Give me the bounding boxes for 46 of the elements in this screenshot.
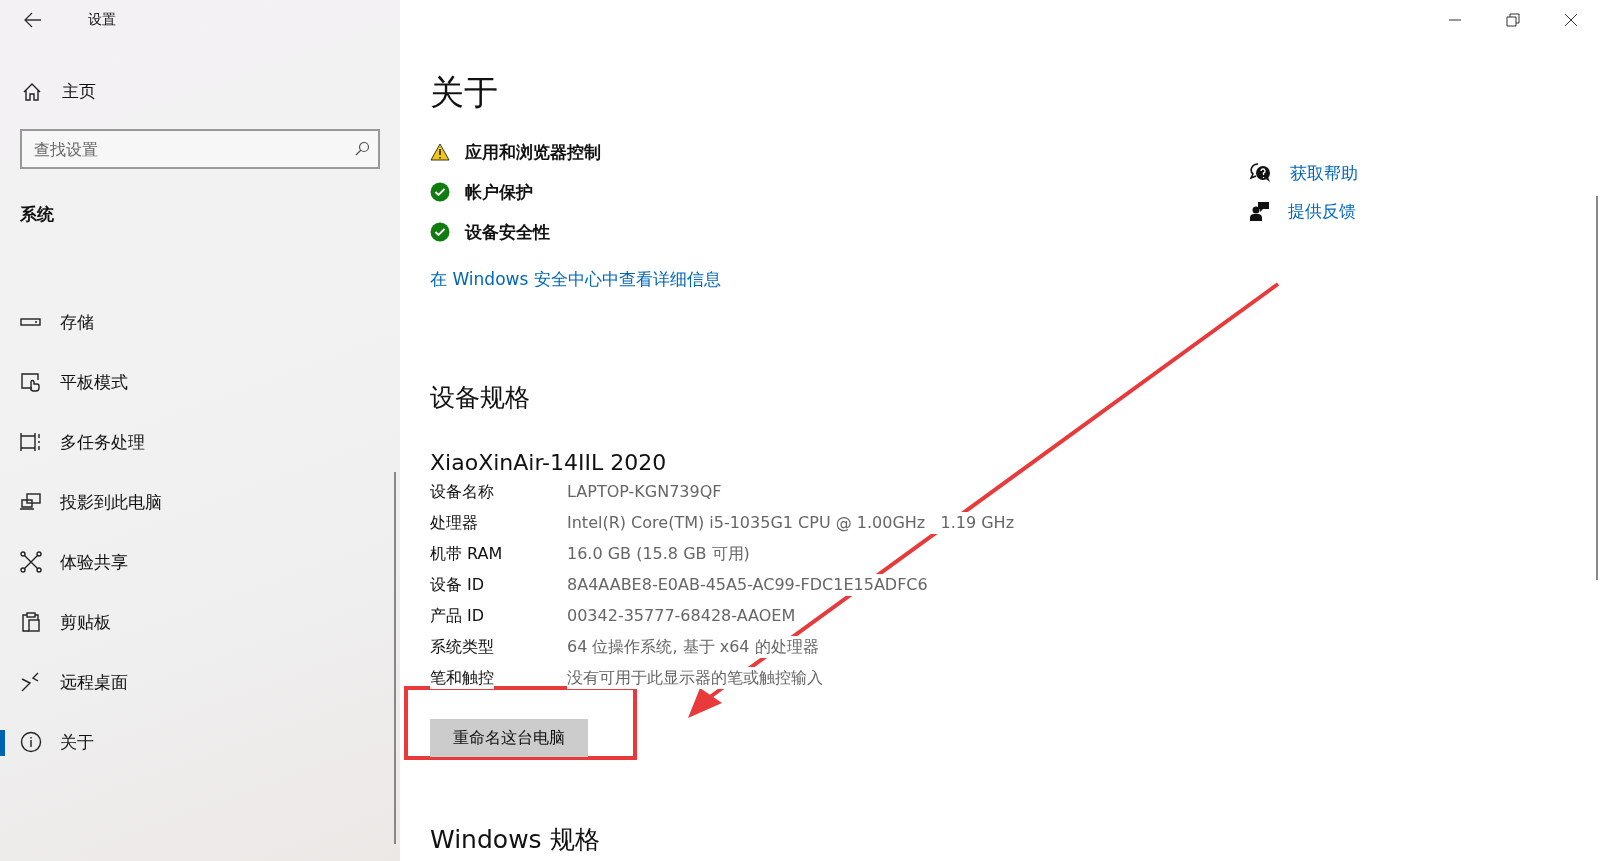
security-link[interactable]: 在 Windows 安全中心中查看详细信息 xyxy=(430,268,1250,291)
sidebar-item[interactable]: 体验共享 xyxy=(0,532,400,592)
spec-value: 64 位操作系统, 基于 x64 的处理器 xyxy=(567,636,819,658)
sidebar-item[interactable]: 关于 xyxy=(0,712,400,772)
home-link[interactable]: 主页 xyxy=(20,80,400,103)
sidebar-item[interactable]: 剪贴板 xyxy=(0,592,400,652)
home-icon xyxy=(22,81,42,102)
clipboard-icon xyxy=(20,611,42,633)
info-icon xyxy=(20,731,42,753)
section-heading: Windows 规格 xyxy=(430,824,601,856)
page-title: 关于 xyxy=(430,71,499,114)
help-link[interactable]: 提供反馈 xyxy=(1288,199,1356,223)
check-icon xyxy=(430,222,450,242)
check-icon xyxy=(430,182,450,202)
sidebar-item[interactable]: 平板模式 xyxy=(0,352,400,412)
multitask-icon xyxy=(20,431,42,453)
window-title: 设置 xyxy=(88,11,116,29)
spec-label: 系统类型 xyxy=(430,636,494,658)
help-link[interactable]: 获取帮助 xyxy=(1290,161,1358,185)
tablet-icon xyxy=(20,371,42,393)
spec-label: 笔和触控 xyxy=(430,667,494,689)
help-icon xyxy=(1250,163,1272,183)
spec-value: Intel(R) Core(TM) i5-1035G1 CPU @ 1.00GHz 1.19 GHz xyxy=(567,512,1015,534)
back-icon[interactable] xyxy=(24,12,42,28)
security-status: 设备安全性 xyxy=(465,220,550,244)
search-field[interactable]: 查找设置 xyxy=(20,129,380,169)
security-status: 应用和浏览器控制 xyxy=(465,140,601,164)
sidebar-item[interactable]: 远程桌面 xyxy=(0,652,400,712)
restore-icon[interactable] xyxy=(1506,13,1520,27)
project-icon xyxy=(20,491,42,513)
spec-value: 8A4AABE8-E0AB-45A5-AC99-FDC1E15ADFC6 xyxy=(567,574,928,596)
spec-value: 16.0 GB (15.8 GB 可用) xyxy=(567,543,750,565)
spec-value: 没有可用于此显示器的笔或触控输入 xyxy=(567,667,823,689)
rename-button[interactable]: 重命名这台电脑 xyxy=(430,719,588,757)
sidebar-item[interactable]: 多任务处理 xyxy=(0,412,400,472)
warning-icon xyxy=(430,143,450,161)
close-icon[interactable] xyxy=(1564,13,1578,27)
security-status: 帐户保护 xyxy=(465,180,533,204)
device-model: XiaoXinAir-14IIL 2020 xyxy=(430,450,668,475)
feedback-icon xyxy=(1250,201,1270,221)
section-heading: 系统 xyxy=(20,203,55,226)
sidebar-item[interactable]: 存储 xyxy=(0,292,400,352)
sidebar-item[interactable]: 投影到此电脑 xyxy=(0,472,400,532)
section-heading: 设备规格 xyxy=(430,382,531,414)
search-icon xyxy=(354,141,370,157)
share-icon xyxy=(20,551,42,573)
